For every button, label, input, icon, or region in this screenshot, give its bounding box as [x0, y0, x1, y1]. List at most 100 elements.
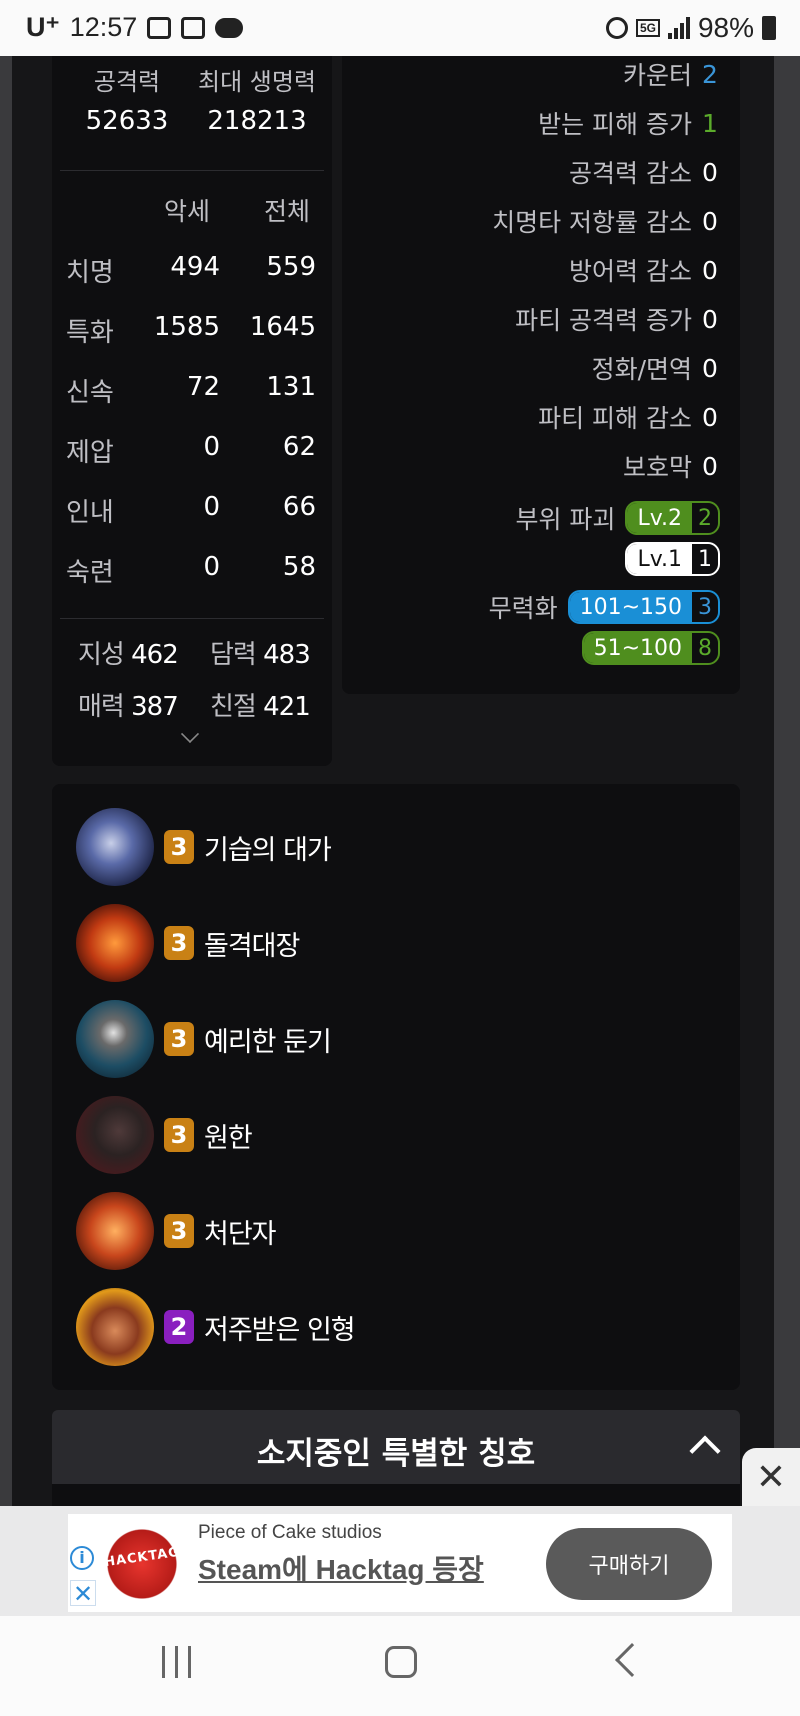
vr-notification-icon [181, 16, 206, 39]
total-column-header: 전체 [264, 197, 311, 226]
engravings-panel: 3 기습의 대가 3 돌격대장 3 예리한 둔기 3 원한 3 처단자 2 저주… [52, 784, 740, 1390]
stat-total-value: 66 [282, 492, 316, 522]
stat-row-domination: 제압 0 62 [52, 432, 332, 472]
special-titles-header[interactable]: 소지중인 특별한 칭호 [52, 1410, 740, 1484]
battery-icon [762, 16, 776, 40]
werewolf-icon [76, 1096, 154, 1174]
stat-accessory-value: 494 [170, 252, 220, 282]
stats-panel: 공격력 최대 생명력 52633 218213 악세 전체 치명 494 559… [52, 56, 332, 766]
system-navigation-bar [0, 1616, 800, 1716]
executioner-icon [76, 1192, 154, 1270]
divider [60, 618, 324, 619]
clock: 12:57 [69, 12, 138, 42]
alarm-icon [605, 17, 628, 39]
engraving-level-badge: 3 [164, 1118, 194, 1152]
stat-accessory-value: 0 [203, 432, 220, 462]
attr-courage: 담력 483 [210, 640, 311, 670]
stat-total-value: 58 [282, 552, 316, 582]
ad-buy-button[interactable]: 구매하기 [546, 1528, 712, 1600]
special-titles-heading: 소지중인 특별한 칭호 [256, 1436, 536, 1472]
stat-accessory-value: 72 [186, 372, 220, 402]
fire-charge-icon [76, 904, 154, 982]
special-titles-body [52, 1484, 740, 1508]
back-button[interactable] [615, 1643, 649, 1677]
stat-label: 치명 [66, 258, 114, 288]
expand-chevron-icon[interactable] [180, 724, 200, 744]
engraving-item[interactable]: 2 저주받은 인형 [76, 1288, 356, 1366]
stat-row-specialization: 특화 1585 1645 [52, 312, 332, 352]
carrier-label: U⁺ [26, 12, 60, 42]
recent-apps-button[interactable] [162, 1646, 191, 1678]
engraving-name: 처단자 [204, 1218, 277, 1250]
stat-accessory-value: 0 [203, 492, 220, 522]
stat-label: 제압 [66, 438, 114, 468]
engraving-level-badge: 3 [164, 1214, 194, 1248]
engraving-level-badge: 2 [164, 1310, 194, 1344]
effect-row-party-damage-reduction: 파티 피해 감소 0 [538, 402, 718, 434]
status-bar: U⁺ 12:57 5G 98% [0, 0, 800, 56]
stat-total-value: 1645 [249, 312, 316, 342]
stat-accessory-value: 1585 [153, 312, 220, 342]
effect-row-crit-resist: 치명타 저항률 감소 0 [492, 206, 718, 238]
engraving-name: 돌격대장 [204, 930, 300, 962]
cloud-notification-icon [215, 17, 244, 38]
stat-total-value: 559 [266, 252, 316, 282]
stat-row-expertise: 숙련 0 58 [52, 552, 332, 592]
engraving-item[interactable]: 3 원한 [76, 1096, 253, 1174]
effect-row-attack-reduction: 공격력 감소 0 [569, 157, 718, 189]
part-break-lv1-pill: Lv.1 1 [625, 542, 720, 576]
part-break-row: 부위 파괴 Lv.2 2 [515, 500, 720, 536]
stat-row-crit: 치명 494 559 [52, 252, 332, 292]
attr-kindness: 친절 421 [210, 692, 311, 722]
stat-row-swiftness: 신속 72 131 [52, 372, 332, 412]
effect-row-damage-taken: 받는 피해 증가 1 [538, 108, 718, 140]
stat-label: 인내 [66, 498, 114, 528]
effect-row-counter: 카운터 2 [622, 59, 718, 91]
synergy-effects-panel: 카운터 2 받는 피해 증가 1 공격력 감소 0 치명타 저항률 감소 0 방… [342, 56, 740, 694]
ad-info-icon[interactable]: i [70, 1546, 94, 1570]
attr-charisma: 매력 387 [78, 692, 179, 722]
ad-close-button[interactable]: ✕ [742, 1448, 800, 1508]
max-hp-label: 최대 생명력 [197, 68, 317, 96]
assassin-portrait-icon [76, 808, 154, 886]
page-rail-left [0, 56, 12, 1506]
part-break-lv2-pill: Lv.2 2 [625, 501, 720, 535]
engraving-level-badge: 3 [164, 926, 194, 960]
attr-intellect: 지성 462 [78, 640, 179, 670]
engraving-item[interactable]: 3 예리한 둔기 [76, 1000, 332, 1078]
signal-icon [667, 17, 690, 39]
neutralize-mid-pill: 51~100 8 [581, 631, 720, 665]
stat-label: 특화 [66, 318, 114, 348]
effect-row-shield: 보호막 0 [622, 451, 718, 483]
home-button[interactable] [385, 1646, 417, 1678]
battery-percent: 98% [697, 12, 754, 43]
neutralize-row: 무력화 101~150 3 [489, 589, 720, 625]
stat-label: 신속 [66, 378, 114, 408]
attack-power-value: 52633 [85, 106, 169, 136]
ad-card[interactable]: i ✕ HACKTAG Piece of Cake studios Steam에… [68, 1514, 732, 1612]
engraving-item[interactable]: 3 기습의 대가 [76, 808, 332, 886]
accessory-column-header: 악세 [164, 197, 211, 226]
stat-total-value: 131 [266, 372, 316, 402]
effect-row-party-attack: 파티 공격력 증가 0 [515, 304, 718, 336]
ad-headline[interactable]: Steam에 Hacktag 등장 [198, 1548, 484, 1588]
effect-row-defense-reduction: 방어력 감소 0 [569, 255, 718, 287]
ad-dismiss-icon[interactable]: ✕ [70, 1580, 96, 1607]
neutralize-high-pill: 101~150 3 [567, 590, 720, 624]
effect-row-cleanse: 정화/면역 0 [591, 353, 718, 385]
engraving-item[interactable]: 3 돌격대장 [76, 904, 300, 982]
spiked-mace-icon [76, 1000, 154, 1078]
engraving-level-badge: 3 [164, 830, 194, 864]
page-rail-right [774, 56, 800, 1506]
attack-power-label: 공격력 [93, 68, 161, 96]
engraving-level-badge: 3 [164, 1022, 194, 1056]
engraving-item[interactable]: 3 처단자 [76, 1192, 277, 1270]
stat-accessory-value: 0 [203, 552, 220, 582]
cursed-doll-icon [76, 1288, 154, 1366]
stat-total-value: 62 [282, 432, 316, 462]
stat-row-endurance: 인내 0 66 [52, 492, 332, 532]
engraving-name: 기습의 대가 [204, 834, 332, 866]
network-type-icon: 5G [635, 19, 660, 37]
engraving-name: 예리한 둔기 [204, 1026, 332, 1058]
ad-advertiser: Piece of Cake studios [198, 1522, 382, 1543]
